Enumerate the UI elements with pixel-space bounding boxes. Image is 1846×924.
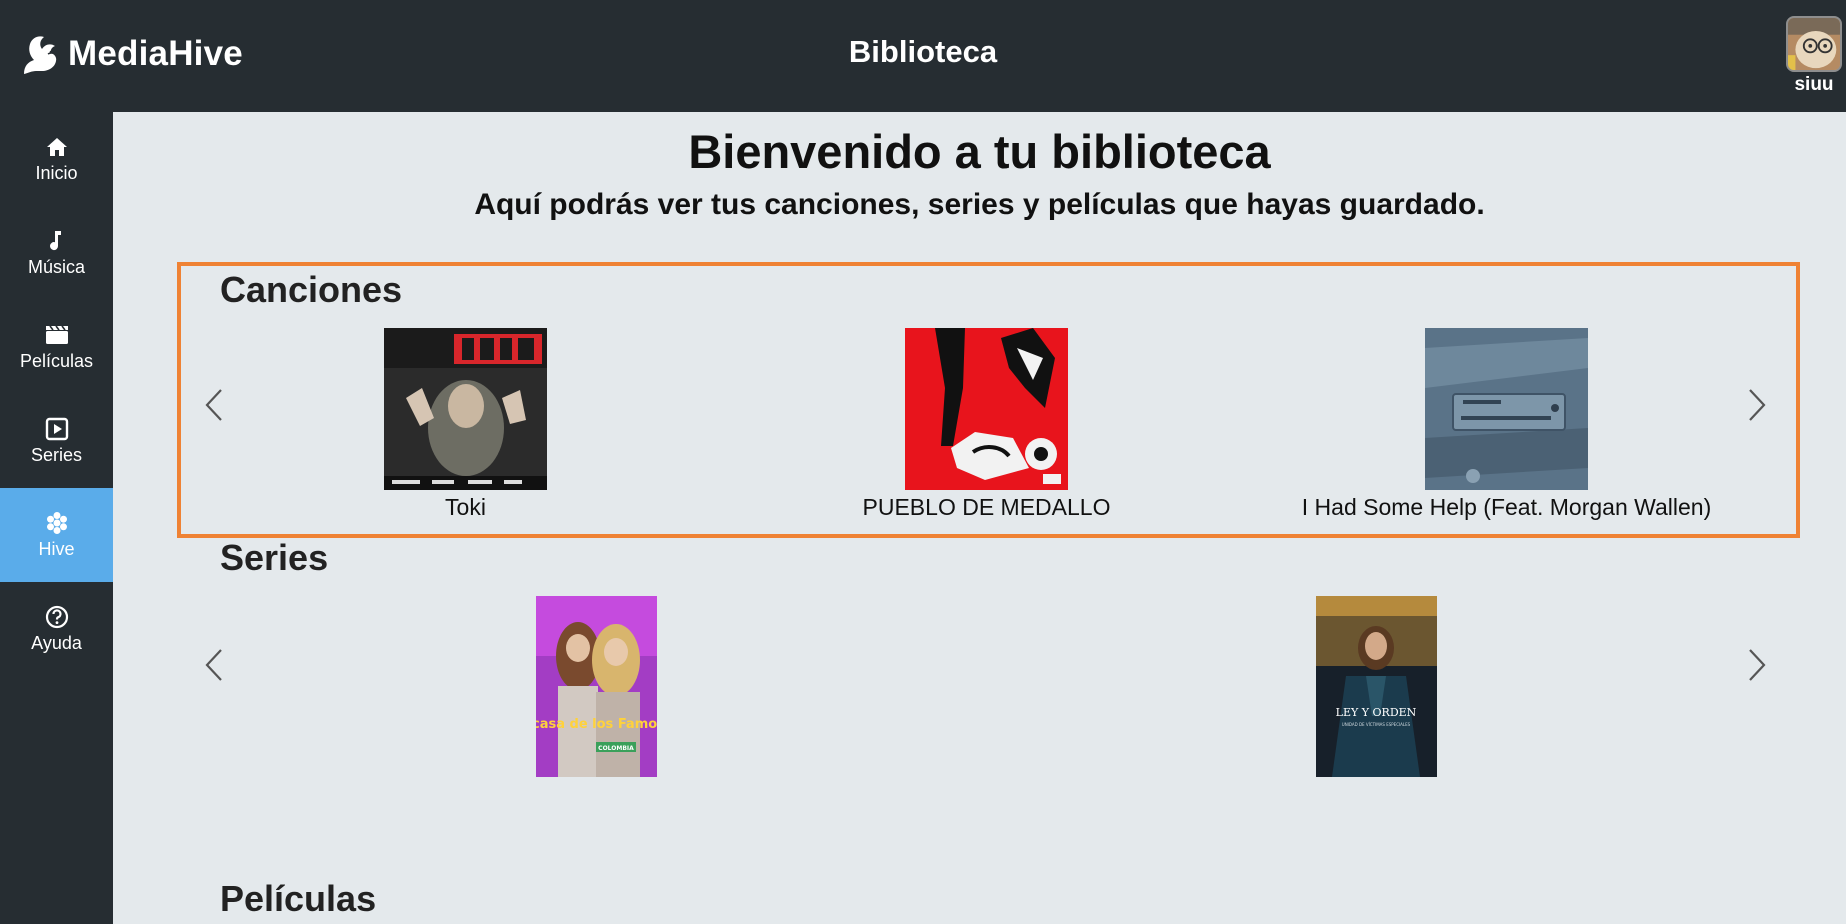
sidebar-item-label: Hive	[38, 539, 75, 559]
songs-heading: Canciones	[220, 269, 403, 310]
sidebar-item-label: Series	[30, 445, 83, 465]
top-bar: MediaHive Biblioteca siuu	[0, 0, 1846, 112]
sidebar-item-label: Música	[27, 257, 85, 277]
series-poster-title: La casa de los Famosos	[536, 717, 657, 732]
welcome-subtitle: Aquí podrás ver tus canciones, series y …	[474, 188, 1485, 221]
username: siuu	[1794, 74, 1834, 95]
sidebar-item-label: Películas	[19, 351, 94, 371]
song-title[interactable]: I Had Some Help (Feat. Morgan Wallen)	[1302, 494, 1711, 521]
song-title[interactable]: PUEBLO DE MEDALLO	[863, 494, 1111, 521]
clapperboard-icon	[45, 325, 68, 344]
series-poster-subtitle: COLOMBIA	[598, 745, 634, 752]
sidebar-item-inicio[interactable]: Inicio	[0, 112, 113, 206]
songs-prev-arrow-icon[interactable]	[201, 387, 227, 423]
play-square-icon	[45, 417, 68, 441]
help-circle-icon	[45, 605, 68, 629]
song-card[interactable]: I Had Some Help (Feat. Morgan Wallen)	[1302, 328, 1711, 520]
movies-heading: Películas	[220, 878, 377, 919]
song-card[interactable]: Toki	[384, 328, 547, 520]
sidebar-item-label: Ayuda	[31, 633, 82, 653]
series-poster-image[interactable]: La casa de los Famosos COLOMBIA	[536, 596, 657, 777]
series-heading: Series	[220, 537, 329, 578]
sidebar-item-peliculas[interactable]: Películas	[0, 300, 113, 394]
songs-next-arrow-icon[interactable]	[1744, 387, 1770, 423]
home-icon	[46, 138, 67, 156]
song-title[interactable]: Toki	[445, 494, 486, 521]
page-title: Biblioteca	[848, 34, 998, 69]
series-poster-subtitle: UNIDAD DE VÍCTIMAS ESPECIALES	[1342, 722, 1411, 727]
sidebar-item-series[interactable]: Series	[0, 394, 113, 488]
series-next-arrow-icon[interactable]	[1744, 647, 1770, 683]
sidebar-item-musica[interactable]: Música	[0, 206, 113, 300]
user-menu[interactable]: siuu	[1786, 16, 1842, 96]
music-note-icon	[49, 231, 61, 251]
hive-cluster-icon	[46, 512, 67, 534]
song-cover-image[interactable]	[1425, 328, 1588, 490]
series-poster-image[interactable]: LEY Y ORDEN UNIDAD DE VÍCTIMAS ESPECIALE…	[1316, 596, 1437, 777]
series-prev-arrow-icon[interactable]	[201, 647, 227, 683]
sidebar: Inicio Música Películas Series Hive Ayud…	[0, 112, 113, 924]
sidebar-item-label: Inicio	[35, 163, 78, 183]
sidebar-item-ayuda[interactable]: Ayuda	[0, 582, 113, 676]
song-card[interactable]: PUEBLO DE MEDALLO	[863, 328, 1110, 520]
song-cover-image[interactable]	[905, 328, 1068, 490]
series-poster-title: LEY Y ORDEN	[1336, 706, 1417, 719]
welcome-title: Bienvenido a tu biblioteca	[688, 125, 1271, 178]
sidebar-item-hive[interactable]: Hive	[0, 488, 113, 582]
song-cover-image[interactable]	[384, 328, 547, 490]
main-content: Bienvenido a tu biblioteca Aquí podrás v…	[113, 112, 1846, 924]
avatar[interactable]	[1786, 16, 1842, 72]
